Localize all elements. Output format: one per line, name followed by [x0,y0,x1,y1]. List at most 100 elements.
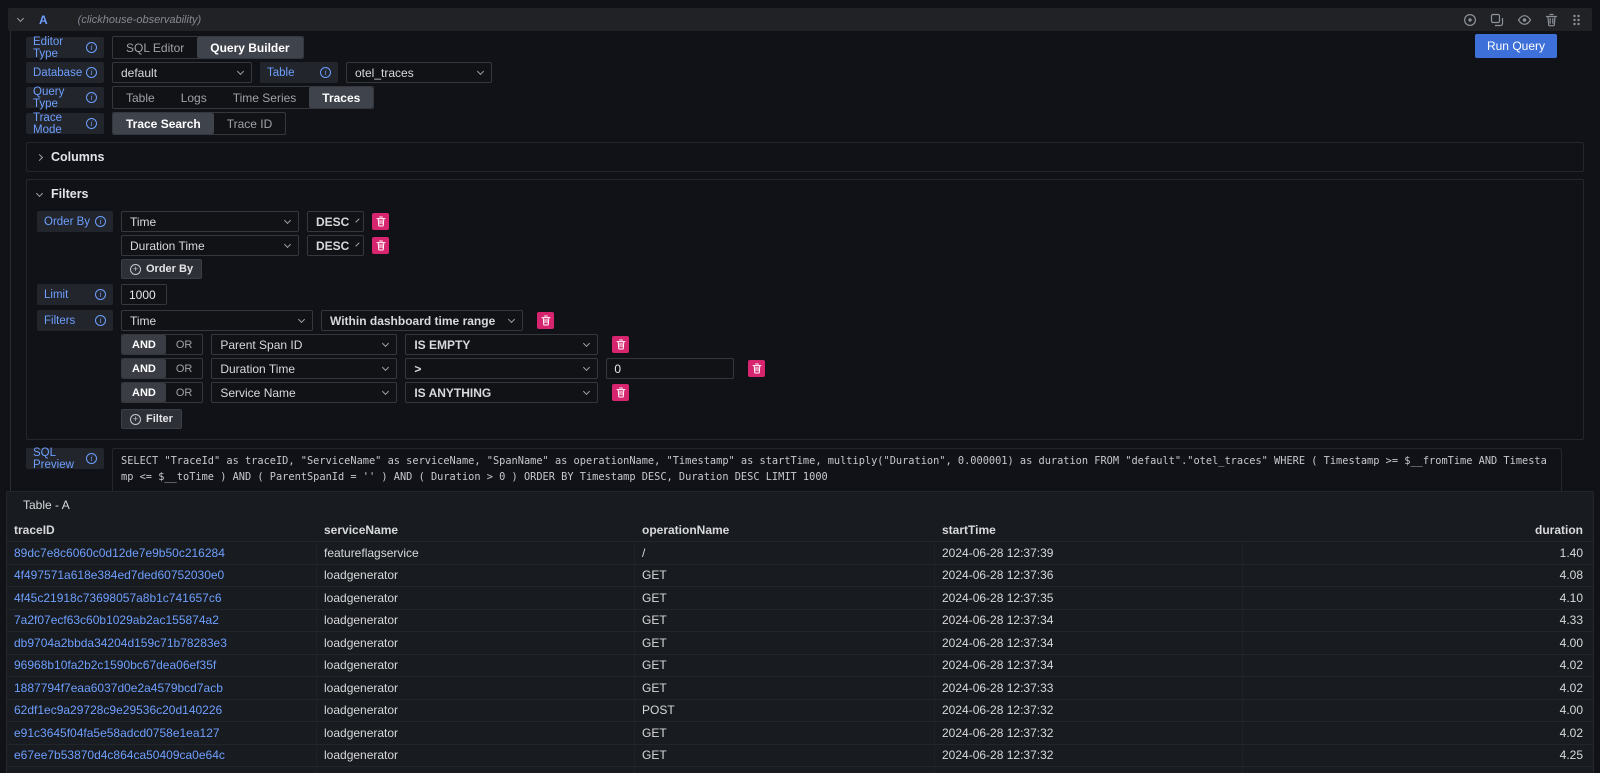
trace-id-link[interactable]: 1887794f7eaa6037d0e2a4579bcd7acb [7,677,317,699]
remove-order-by-button[interactable] [372,237,389,254]
filter-field-select[interactable]: Duration Time [211,358,397,379]
trace-search-option[interactable]: Trace Search [113,113,214,134]
trace-id-link[interactable]: 89dc7e8c6060c0d12de7e9b50c216284 [7,542,317,564]
filter-operator-select[interactable]: > [405,358,598,379]
filter-value-input[interactable] [606,358,734,379]
table-cell: 4.10 [1243,767,1593,773]
query-type-traces-option[interactable]: Traces [309,87,373,108]
table-cell: loadgenerator [317,632,635,654]
sql-editor-option[interactable]: SQL Editor [113,37,197,58]
filter-operator-select[interactable]: Within dashboard time range [321,310,523,331]
table-select[interactable]: otel_traces [346,62,492,83]
disable-icon[interactable] [1463,13,1477,27]
table-cell: 2024-06-28 12:37:32 [935,700,1243,722]
drag-handle-icon[interactable] [1571,13,1582,27]
plus-circle-icon: + [130,264,141,275]
order-by-field-select[interactable]: Duration Time [121,235,299,256]
info-icon[interactable]: i [95,216,106,227]
table-cell: 2024-06-28 12:37:36 [935,565,1243,587]
and-option[interactable]: AND [122,335,166,354]
info-icon[interactable]: i [95,315,106,326]
chevron-down-icon [477,67,484,74]
order-by-direction-select[interactable]: DESC [307,235,364,256]
filters-section-header[interactable]: Filters [37,185,1573,203]
run-query-button[interactable]: Run Query [1475,34,1557,58]
column-header-servicename[interactable]: serviceName [317,518,635,541]
filter-field-select[interactable]: Time [121,310,313,331]
info-icon[interactable]: i [86,92,97,103]
panel-title: Table - A [7,492,1593,518]
info-icon[interactable]: i [86,118,97,129]
info-icon[interactable]: i [86,67,97,78]
info-icon[interactable]: i [95,289,106,300]
filter-condition-row: AND OR Parent Span ID IS EMPTY [37,334,1573,355]
duplicate-icon[interactable] [1490,13,1504,27]
chevron-down-icon [382,339,389,346]
trace-id-option[interactable]: Trace ID [214,113,286,134]
eye-icon[interactable] [1517,13,1532,27]
remove-order-by-button[interactable] [372,213,389,230]
filter-field-select[interactable]: Service Name [211,382,397,403]
info-icon[interactable]: i [86,42,97,53]
add-filter-button[interactable]: + Filter [121,409,182,429]
filter-operator-select[interactable]: IS ANYTHING [405,382,598,403]
collapse-chevron-icon[interactable] [17,15,24,22]
order-by-direction-select[interactable]: DESC [307,211,364,232]
table-row: db9704a2bbda34204d159c71b78283e3loadgene… [7,631,1593,654]
sql-preview-code: SELECT "TraceId" as traceID, "ServiceNam… [112,448,1562,492]
trace-id-link[interactable]: db9704a2bbda34204d159c71b78283e3 [7,632,317,654]
trace-id-link[interactable]: 96968b10fa2b2c1590bc67dea06ef35f [7,655,317,677]
order-by-label: Order By i [37,211,113,232]
query-type-logs-option[interactable]: Logs [168,87,220,108]
query-type-timeseries-option[interactable]: Time Series [220,87,310,108]
trace-id-link[interactable]: 62df1ec9a29728c9e29536c20d140226 [7,700,317,722]
chevron-down-icon [583,363,590,370]
order-by-field-select[interactable]: Time [121,211,299,232]
info-icon[interactable]: i [320,67,331,78]
and-option[interactable]: AND [122,359,166,378]
trace-id-link[interactable]: 7a2f07ecf63c60b1029ab2ac155874a2 [7,610,317,632]
table-row: 96968b10fa2b2c1590bc67dea06ef35floadgene… [7,654,1593,677]
table-cell: loadgenerator [317,745,635,767]
trace-id-link[interactable]: 4f45c21918c73698057a8b1c741657c6 [7,587,317,609]
remove-filter-button[interactable] [612,336,629,353]
query-row-header[interactable]: A (clickhouse-observability) [8,8,1592,31]
query-builder-option[interactable]: Query Builder [197,37,302,58]
datasource-name: (clickhouse-observability) [78,14,202,26]
or-option[interactable]: OR [166,359,203,378]
trace-mode-toggle: Trace Search Trace ID [112,112,286,135]
info-icon[interactable]: i [86,453,97,464]
limit-input[interactable] [121,284,167,305]
editor-type-label: Editor Type i [26,37,104,58]
remove-filter-button[interactable] [748,360,765,377]
filter-operator-select[interactable]: IS EMPTY [405,334,598,355]
and-option[interactable]: AND [122,383,166,402]
column-header-traceid[interactable]: traceID [7,518,317,541]
or-option[interactable]: OR [166,335,203,354]
table-row: e91c3645f04fa5e58adcd0758e1ea127loadgene… [7,721,1593,744]
table-cell: loadgenerator [317,610,635,632]
filters-section: Filters Order By i Time DESC [26,179,1584,440]
table-cell: POST [635,700,935,722]
trace-id-link[interactable]: 8d1da148b70b6294d7c66b8dc1ddc1e4 [7,767,317,773]
editor-type-toggle: SQL Editor Query Builder [112,36,304,59]
or-option[interactable]: OR [166,383,203,402]
trace-id-link[interactable]: 4f497571a618e384ed7ded60752030e0 [7,565,317,587]
trace-id-link[interactable]: e67ee7b53870d4c864ca50409ca0e64c [7,745,317,767]
column-header-operationname[interactable]: operationName [635,518,935,541]
database-select[interactable]: default [112,62,252,83]
table-header-row: traceID serviceName operationName startT… [7,518,1593,541]
filter-field-select[interactable]: Parent Span ID [211,334,397,355]
trace-id-link[interactable]: e91c3645f04fa5e58adcd0758e1ea127 [7,722,317,744]
column-header-starttime[interactable]: startTime [935,518,1243,541]
chevron-down-icon [36,189,43,196]
table-cell: 4.02 [1243,722,1593,744]
table-cell: 2024-06-28 12:37:32 [935,722,1243,744]
columns-section-header[interactable]: Columns [37,148,1573,166]
add-order-by-button[interactable]: + Order By [121,259,202,279]
remove-filter-button[interactable] [537,312,554,329]
trash-icon[interactable] [1545,13,1558,27]
remove-filter-button[interactable] [612,384,629,401]
query-type-table-option[interactable]: Table [113,87,168,108]
column-header-duration[interactable]: duration [1243,518,1593,541]
